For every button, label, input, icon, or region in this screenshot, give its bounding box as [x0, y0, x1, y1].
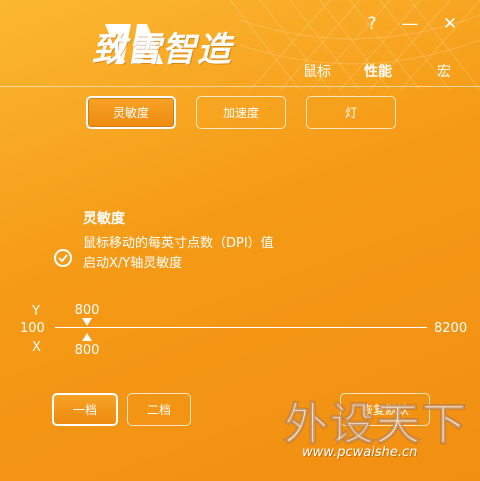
close-icon[interactable]: ✕ [440, 14, 460, 34]
y-axis-label: Y [32, 304, 40, 319]
tab-light[interactable]: 灯 [306, 96, 396, 129]
y-slider-handle[interactable] [82, 318, 93, 326]
x-axis-label: X [32, 340, 41, 355]
level-2-button[interactable]: 二档 [127, 393, 191, 426]
sensitivity-description: 鼠标移动的每英寸点数（DPI）值 [83, 236, 274, 251]
level-1-button[interactable]: 一档 [52, 393, 118, 426]
app-window: 致雪智造 ? — ✕ 鼠标 性能 宏 灵敏度 加速度 灯 灵敏度 鼠标移动的每英… [0, 0, 480, 481]
xy-sensitivity-label: 启动X/Y轴灵敏度 [83, 256, 183, 271]
minimize-icon[interactable]: — [400, 14, 420, 34]
header-divider [0, 86, 480, 87]
slider-min-label: 100 [20, 321, 45, 336]
tab-acceleration[interactable]: 加速度 [196, 96, 286, 129]
dpi-slider-track[interactable] [55, 327, 427, 328]
nav-mouse[interactable]: 鼠标 [303, 61, 331, 81]
tab-sensitivity[interactable]: 灵敏度 [86, 96, 176, 129]
nav-performance[interactable]: 性能 [364, 61, 392, 81]
slider-max-label: 8200 [434, 321, 468, 336]
x-dpi-value: 800 [74, 343, 100, 358]
xy-sensitivity-checkbox[interactable] [54, 249, 72, 267]
checkmark-icon [58, 254, 68, 263]
help-icon[interactable]: ? [362, 14, 382, 34]
y-dpi-value: 800 [74, 303, 100, 318]
watermark-url: www.pcwaishe.cn [302, 445, 418, 460]
watermark-text: 外设天下 [284, 399, 468, 451]
brand-logo-text: 致雪智造 [92, 30, 232, 70]
x-slider-handle[interactable] [82, 333, 93, 341]
sensitivity-title: 灵敏度 [83, 211, 125, 227]
nav-macro[interactable]: 宏 [437, 61, 451, 81]
